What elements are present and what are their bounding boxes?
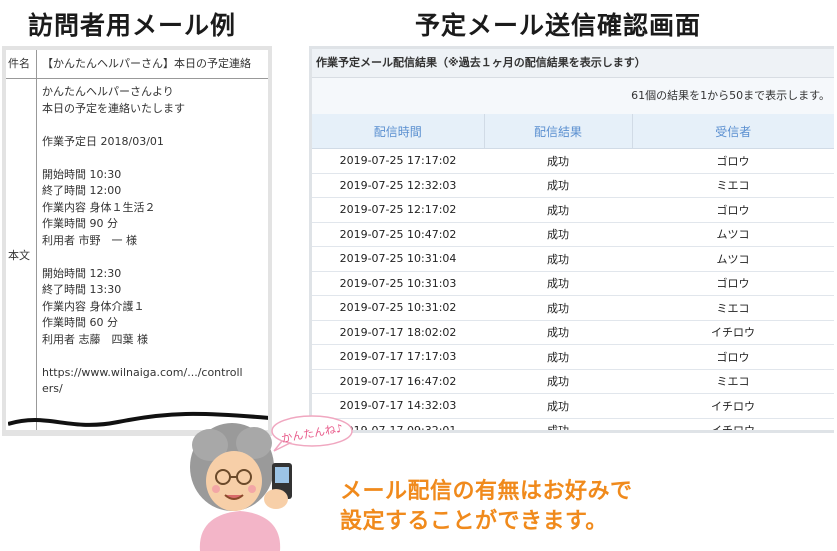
mail-log-heading: 予定メール送信確認画面 [415, 11, 702, 40]
recipient-cell: ムツコ [632, 222, 834, 247]
recipient-cell: イチロウ [632, 418, 834, 430]
result-cell: 成功 [484, 222, 632, 247]
mail-log-title: 作業予定メール配信結果（※過去１ヶ月の配信結果を表示します） [312, 49, 834, 78]
result-cell: 成功 [484, 295, 632, 321]
table-row: 2019-07-25 10:31:03 成功 ゴロウ [312, 271, 834, 296]
table-row: 2019-07-17 09:32:01成功イチロウ [312, 418, 834, 430]
email-body-line [42, 249, 266, 266]
mail-log-card: 作業予定メール配信結果（※過去１ヶ月の配信結果を表示します） 61個の結果を1か… [312, 49, 834, 430]
mail-log-panel: 作業予定メール配信結果（※過去１ヶ月の配信結果を表示します） 61個の結果を1か… [309, 46, 834, 433]
subject-label: 件名 [8, 57, 30, 70]
email-body-line: 本日の予定を連絡いたします [42, 101, 185, 115]
table-row: 2019-07-17 18:02:02 成功 イチロウ [312, 320, 834, 345]
body-label: 本文 [8, 249, 30, 262]
sent-time-cell: 2019-07-25 10:47:02 [312, 222, 484, 247]
mail-log-rows: 2019-07-25 17:17:02 成功 ゴロウ 2019-07-25 12:32… [312, 148, 834, 430]
table-row: 2019-07-17 17:17:03 成功 ゴロウ [312, 344, 834, 370]
email-body-line: 終了時間 13:30 [42, 283, 122, 296]
email-body-line [42, 117, 266, 134]
email-body-line: 利用者 志藤 四葉 様 [42, 332, 148, 346]
sent-time-cell: 2019-07-25 17:17:02 [312, 148, 484, 174]
email-example-card: 件名 【かんたんヘルパーさん】本日の予定連絡 本文 かんたんヘルパーさんより 本日… [6, 50, 268, 430]
caption-line-1: メール配信の有無はお好みで [340, 479, 633, 504]
caption: メール配信の有無はお好みで 設定することができます。 [340, 477, 633, 537]
sent-time-cell: 2019-07-25 10:31:02 [312, 295, 484, 321]
email-body-line: 作業予定日 2018/03/01 [42, 134, 164, 148]
result-cell: 成功 [484, 369, 632, 394]
table-header-row: 配信時間 配信結果 受信者 [312, 114, 834, 149]
result-cell: 成功 [484, 173, 632, 198]
caption-line-2: 設定することができます。 [340, 509, 608, 534]
sent-time-cell: 2019-07-25 10:31:03 [312, 271, 484, 296]
table-row: 2019-07-17 14:32:03 成功 イチロウ [312, 393, 834, 419]
result-cell: 成功 [484, 197, 632, 223]
recipient-cell: ゴロウ [632, 344, 834, 370]
results-summary: 61個の結果を1から50まで表示します。 [312, 78, 834, 114]
email-body-line: https://www.wilnaiga.com/.../controll [42, 365, 243, 379]
email-body-line: 開始時間 12:30 [42, 266, 122, 280]
subject-value: 【かんたんヘルパーさん】本日の予定連絡 [42, 57, 251, 70]
result-cell: 成功 [484, 344, 632, 370]
email-body-line: かんたんヘルパーさんより [42, 85, 174, 98]
email-body: かんたんヘルパーさんより 本日の予定を連絡いたします 作業予定日 2018/03/0… [42, 84, 266, 398]
sent-time-cell: 2019-07-25 10:31:04 [312, 246, 484, 272]
sent-time-cell: 2019-07-25 12:17:02 [312, 197, 484, 223]
recipient-cell: イチロウ [632, 393, 834, 419]
table-row: 2019-07-17 16:47:02 成功 ミエコ [312, 369, 834, 394]
email-body-line: 開始時間 10:30 [42, 167, 122, 181]
email-body-line [42, 150, 266, 167]
email-body-line: 終了時間 12:00 [42, 184, 122, 197]
table-row: 2019-07-25 12:32:03 成功 ミエコ [312, 173, 834, 198]
email-body-line: 作業時間 90 分 [42, 217, 118, 230]
column-header-sent-time[interactable]: 配信時間 [312, 114, 485, 149]
email-body-line: ers/ [42, 382, 63, 395]
recipient-cell: ミエコ [632, 369, 834, 394]
email-body-line: 作業時間 60 分 [42, 316, 118, 329]
recipient-cell: ゴロウ [632, 148, 834, 174]
sent-time-cell: 2019-07-25 12:32:03 [312, 173, 484, 198]
email-example-heading: 訪問者用メール例 [28, 11, 237, 40]
result-cell: 成功 [484, 271, 632, 296]
sent-time-cell: 2019-07-17 18:02:02 [312, 320, 484, 345]
email-example-panel: 件名 【かんたんヘルパーさん】本日の予定連絡 本文 かんたんヘルパーさんより 本日… [2, 46, 272, 436]
table-row: 2019-07-25 10:47:02 成功 ムツコ [312, 222, 834, 247]
table-row: 2019-07-25 10:31:02 成功 ミエコ [312, 295, 834, 321]
result-cell: 成功 [484, 148, 632, 174]
column-header-result[interactable]: 配信結果 [484, 114, 633, 149]
result-cell: 成功 [484, 393, 632, 419]
email-body-line [42, 348, 266, 365]
table-row: 2019-07-25 17:17:02 成功 ゴロウ [312, 148, 834, 174]
result-cell: 成功 [484, 320, 632, 345]
table-row: 2019-07-25 10:31:04 成功 ムツコ [312, 246, 834, 272]
recipient-cell: ミエコ [632, 173, 834, 198]
column-header-recipient[interactable]: 受信者 [632, 114, 834, 149]
mail-log-table: 配信時間 配信結果 受信者 2019-07-25 17:17:02 成功 ゴロウ 20… [312, 114, 834, 430]
subject-row: 件名 【かんたんヘルパーさん】本日の予定連絡 [6, 50, 268, 79]
email-body-line: 利用者 市野 一 様 [42, 233, 137, 247]
recipient-cell: ムツコ [632, 246, 834, 272]
email-body-line: 作業内容 身体１生活２ [42, 200, 156, 214]
result-cell: 成功 [484, 418, 632, 430]
table-row: 2019-07-25 12:17:02 成功 ゴロウ [312, 197, 834, 223]
recipient-cell: ゴロウ [632, 271, 834, 296]
recipient-cell: ミエコ [632, 295, 834, 321]
email-body-line: 作業内容 身体介護１ [42, 299, 145, 313]
result-cell: 成功 [484, 246, 632, 272]
recipient-cell: ゴロウ [632, 197, 834, 223]
recipient-cell: イチロウ [632, 320, 834, 345]
sent-time-cell: 2019-07-17 16:47:02 [312, 369, 484, 394]
sent-time-cell: 2019-07-17 17:17:03 [312, 344, 484, 370]
column-divider [36, 50, 37, 430]
